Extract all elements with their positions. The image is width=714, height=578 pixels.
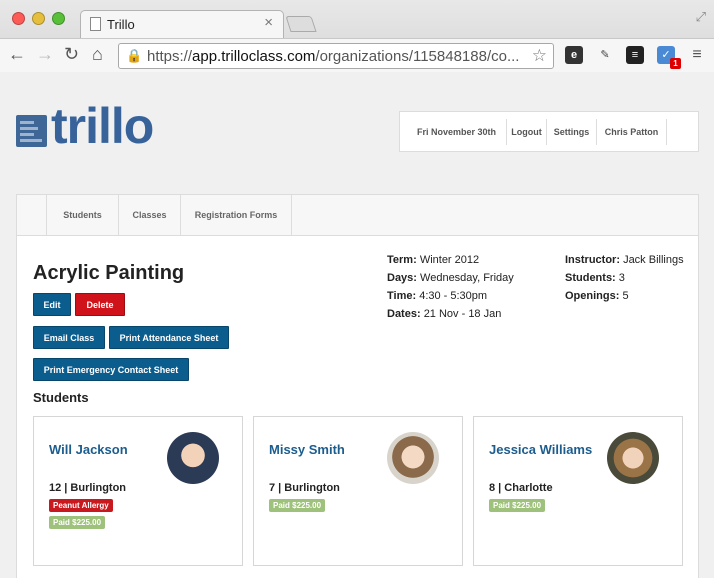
notification-badge: 1 bbox=[670, 58, 681, 69]
class-schedule: Term: Winter 2012 Days: Wednesday, Frida… bbox=[387, 254, 514, 320]
bookmark-star-icon[interactable]: ☆ bbox=[532, 46, 547, 66]
address-bar[interactable]: 🔒 https://app.trilloclass.com/organizati… bbox=[118, 43, 554, 69]
print-attendance-button[interactable]: Print Attendance Sheet bbox=[109, 326, 229, 349]
student-location: 7 | Burlington bbox=[269, 482, 340, 494]
tab-registration-forms[interactable]: Registration Forms bbox=[180, 195, 292, 235]
instructor-value: Jack Billings bbox=[623, 254, 684, 266]
paid-badge: Paid $225.00 bbox=[49, 516, 106, 529]
student-name[interactable]: Jessica Williams bbox=[489, 442, 592, 457]
student-location: 12 | Burlington bbox=[49, 482, 127, 494]
student-avatar bbox=[167, 432, 219, 484]
reload-icon[interactable]: ↻ bbox=[64, 44, 79, 64]
delete-button[interactable]: Delete bbox=[75, 293, 125, 316]
settings-link[interactable]: Settings bbox=[546, 119, 596, 145]
browser-tab[interactable]: Trillo × bbox=[80, 10, 284, 38]
allergy-badge: Peanut Allergy bbox=[49, 499, 113, 512]
student-name[interactable]: Missy Smith bbox=[269, 442, 345, 457]
days-value: Wednesday, Friday bbox=[420, 272, 514, 284]
email-class-button[interactable]: Email Class bbox=[33, 326, 105, 349]
browser-toolbar: ← → ↻ ⌂ 🔒 https://app.trilloclass.com/or… bbox=[0, 38, 714, 72]
time-value: 4:30 - 5:30pm bbox=[419, 290, 488, 302]
menu-icon[interactable]: ≡ bbox=[688, 46, 706, 64]
class-panel: Students Classes Registration Forms Acry… bbox=[16, 194, 699, 578]
students-count: 3 bbox=[618, 272, 625, 284]
tab-title: Trillo bbox=[107, 17, 135, 32]
tab-classes[interactable]: Classes bbox=[118, 195, 180, 235]
close-window-icon[interactable] bbox=[12, 12, 25, 25]
tab-students[interactable]: Students bbox=[46, 195, 118, 235]
edit-button[interactable]: Edit bbox=[33, 293, 71, 316]
eyedropper-extension-icon[interactable]: ✎ bbox=[596, 46, 614, 64]
class-title: Acrylic Painting bbox=[33, 262, 185, 284]
student-avatar bbox=[607, 432, 659, 484]
lock-warning-icon: 🔒 bbox=[126, 48, 143, 63]
new-tab-button[interactable] bbox=[285, 16, 317, 32]
close-tab-icon[interactable]: × bbox=[264, 14, 273, 31]
trillo-logo[interactable]: trillo bbox=[16, 98, 156, 154]
students-heading: Students bbox=[33, 390, 89, 405]
class-stats: Instructor: Jack Billings Students: 3 Op… bbox=[565, 254, 684, 302]
url-text: https://app.trilloclass.com/organization… bbox=[147, 48, 519, 65]
home-icon[interactable]: ⌂ bbox=[92, 44, 103, 64]
fullscreen-icon[interactable]: ⤢ bbox=[696, 9, 706, 25]
student-card[interactable]: Jessica Williams 8 | Charlotte Paid $225… bbox=[473, 416, 683, 566]
paid-badge: Paid $225.00 bbox=[269, 499, 326, 512]
openings-count: 5 bbox=[622, 290, 629, 302]
term-value: Winter 2012 bbox=[419, 254, 480, 266]
evernote-extension-icon[interactable]: e bbox=[565, 46, 583, 64]
student-name[interactable]: Will Jackson bbox=[49, 442, 128, 457]
browser-chrome: Trillo × ⤢ ← → ↻ ⌂ 🔒 https://app.trilloc… bbox=[0, 0, 714, 72]
student-card[interactable]: Will Jackson 12 | Burlington Peanut Alle… bbox=[33, 416, 243, 566]
logo-mark bbox=[16, 115, 47, 147]
forward-icon[interactable]: → bbox=[36, 44, 54, 64]
section-tabs: Students Classes Registration Forms bbox=[17, 195, 698, 236]
page-icon bbox=[90, 17, 101, 31]
minimize-window-icon[interactable] bbox=[32, 12, 45, 25]
back-icon[interactable]: ← bbox=[8, 44, 26, 64]
student-avatar bbox=[387, 432, 439, 484]
zoom-window-icon[interactable] bbox=[52, 12, 65, 25]
logout-link[interactable]: Logout bbox=[506, 119, 546, 145]
student-card[interactable]: Missy Smith 7 | Burlington Paid $225.00 bbox=[253, 416, 463, 566]
print-emergency-button[interactable]: Print Emergency Contact Sheet bbox=[33, 358, 189, 381]
student-location: 8 | Charlotte bbox=[489, 482, 553, 494]
layers-extension-icon[interactable]: ≡ bbox=[626, 46, 644, 64]
paid-badge: Paid $225.00 bbox=[489, 499, 546, 512]
logo-text: trillo bbox=[51, 98, 154, 154]
top-navigation: Fri November 30th Logout Settings Chris … bbox=[399, 111, 699, 152]
dates-value: 21 Nov - 18 Jan bbox=[423, 308, 502, 320]
user-link[interactable]: Chris Patton bbox=[596, 119, 666, 145]
date-display: Fri November 30th bbox=[416, 127, 497, 137]
